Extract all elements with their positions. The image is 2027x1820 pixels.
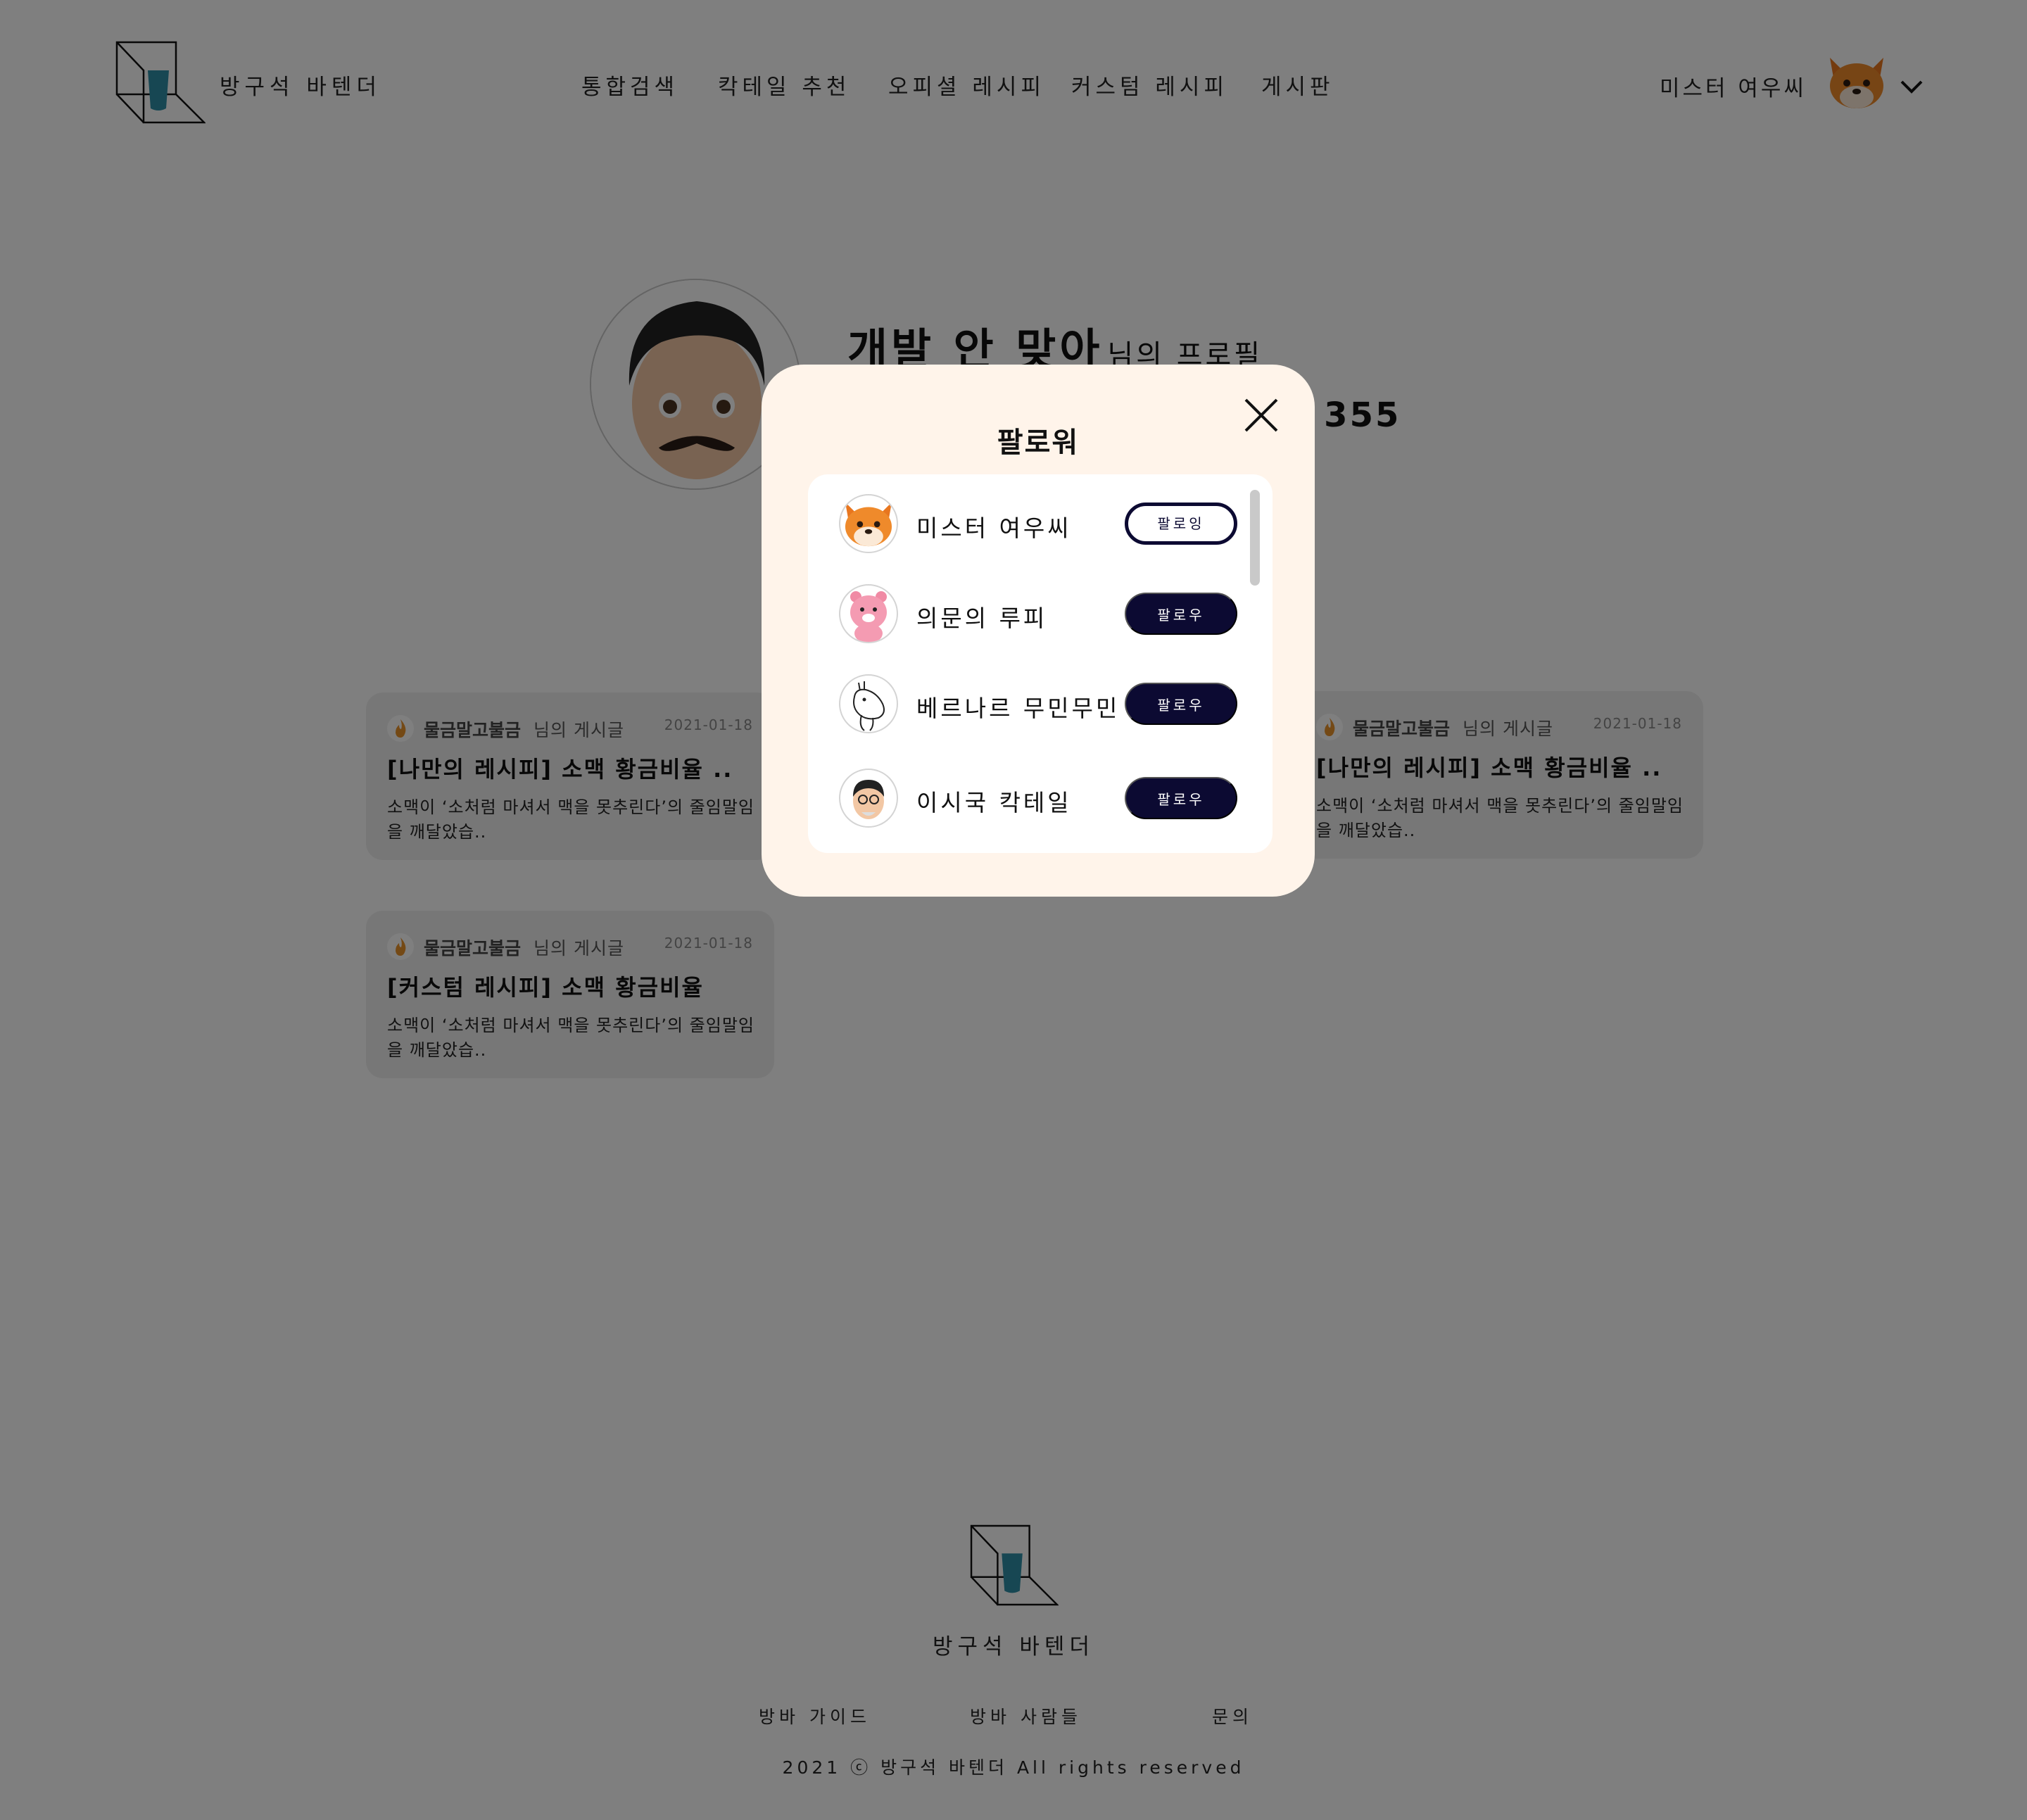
follower-name[interactable]: 이시국 칵테일 xyxy=(916,784,1072,818)
followers-modal: 팔로워 미스터 여우씨 팔로잉 의문의 루피 팔로우 베르나르 무민무민 팔로우… xyxy=(762,365,1315,897)
follow-button[interactable]: 팔로우 xyxy=(1125,683,1237,725)
following-button[interactable]: 팔로잉 xyxy=(1125,503,1237,545)
scrollbar-thumb[interactable] xyxy=(1250,490,1260,586)
close-icon[interactable] xyxy=(1240,394,1282,436)
moomin-icon[interactable] xyxy=(839,674,898,733)
memoji-icon[interactable] xyxy=(839,769,898,828)
follower-row: 미스터 여우씨 팔로잉 xyxy=(808,491,1244,555)
follower-row: 이시국 칵테일 팔로우 xyxy=(808,766,1244,829)
follower-row: 베르나르 무민무민 팔로우 xyxy=(808,671,1244,735)
fox-icon[interactable] xyxy=(839,494,898,553)
follower-name[interactable]: 미스터 여우씨 xyxy=(916,510,1072,543)
follower-name[interactable]: 베르나르 무민무민 xyxy=(916,690,1120,723)
follower-name[interactable]: 의문의 루피 xyxy=(916,600,1047,633)
modal-overlay[interactable] xyxy=(0,0,2027,1820)
follower-row: 의문의 루피 팔로우 xyxy=(808,581,1244,645)
loopy-beaver-icon[interactable] xyxy=(839,584,898,643)
followers-list[interactable]: 미스터 여우씨 팔로잉 의문의 루피 팔로우 베르나르 무민무민 팔로우 이시국… xyxy=(808,474,1273,853)
follow-button[interactable]: 팔로우 xyxy=(1125,593,1237,635)
modal-title: 팔로워 xyxy=(997,426,1080,459)
follow-button[interactable]: 팔로우 xyxy=(1125,777,1237,819)
